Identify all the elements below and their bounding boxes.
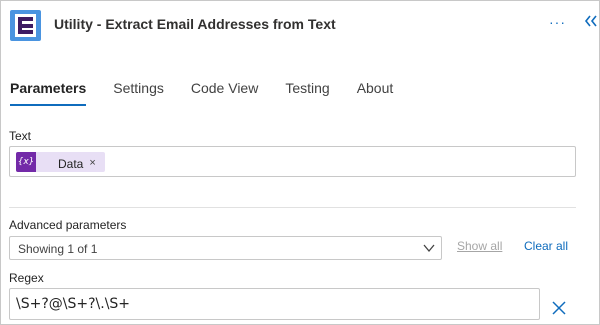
utility-app-icon xyxy=(10,10,41,41)
double-chevron-left-icon[interactable] xyxy=(584,13,598,29)
advanced-parameters-dropdown[interactable]: Showing 1 of 1 xyxy=(9,236,442,260)
ellipsis-icon[interactable]: ··· xyxy=(549,14,566,30)
variable-icon: {x} xyxy=(16,152,36,172)
token-label: Data xyxy=(58,156,84,171)
divider xyxy=(9,207,576,208)
clear-all-link[interactable]: Clear all xyxy=(524,239,568,253)
tab-parameters[interactable]: Parameters xyxy=(10,80,87,108)
regex-field[interactable] xyxy=(9,288,540,320)
tab-code-view[interactable]: Code View xyxy=(191,80,258,108)
dropdown-value: Showing 1 of 1 xyxy=(18,242,98,256)
chevron-down-icon xyxy=(423,244,435,253)
regex-label: Regex xyxy=(9,271,44,285)
text-input[interactable]: {x} Data × xyxy=(9,146,576,177)
close-icon[interactable] xyxy=(552,301,566,315)
advanced-parameters-label: Advanced parameters xyxy=(9,218,127,232)
regex-input[interactable] xyxy=(16,296,516,312)
tab-settings[interactable]: Settings xyxy=(113,80,164,108)
show-all-link[interactable]: Show all xyxy=(457,239,502,253)
action-card: Utility - Extract Email Addresses from T… xyxy=(0,0,600,325)
close-icon[interactable]: × xyxy=(89,157,95,169)
tab-list: Parameters Settings Code View Testing Ab… xyxy=(10,80,420,108)
tab-testing[interactable]: Testing xyxy=(285,80,329,108)
text-field-label: Text xyxy=(9,129,32,143)
action-title: Utility - Extract Email Addresses from T… xyxy=(54,16,336,32)
dynamic-content-token[interactable]: {x} Data × xyxy=(16,152,105,172)
tab-about[interactable]: About xyxy=(357,80,394,108)
